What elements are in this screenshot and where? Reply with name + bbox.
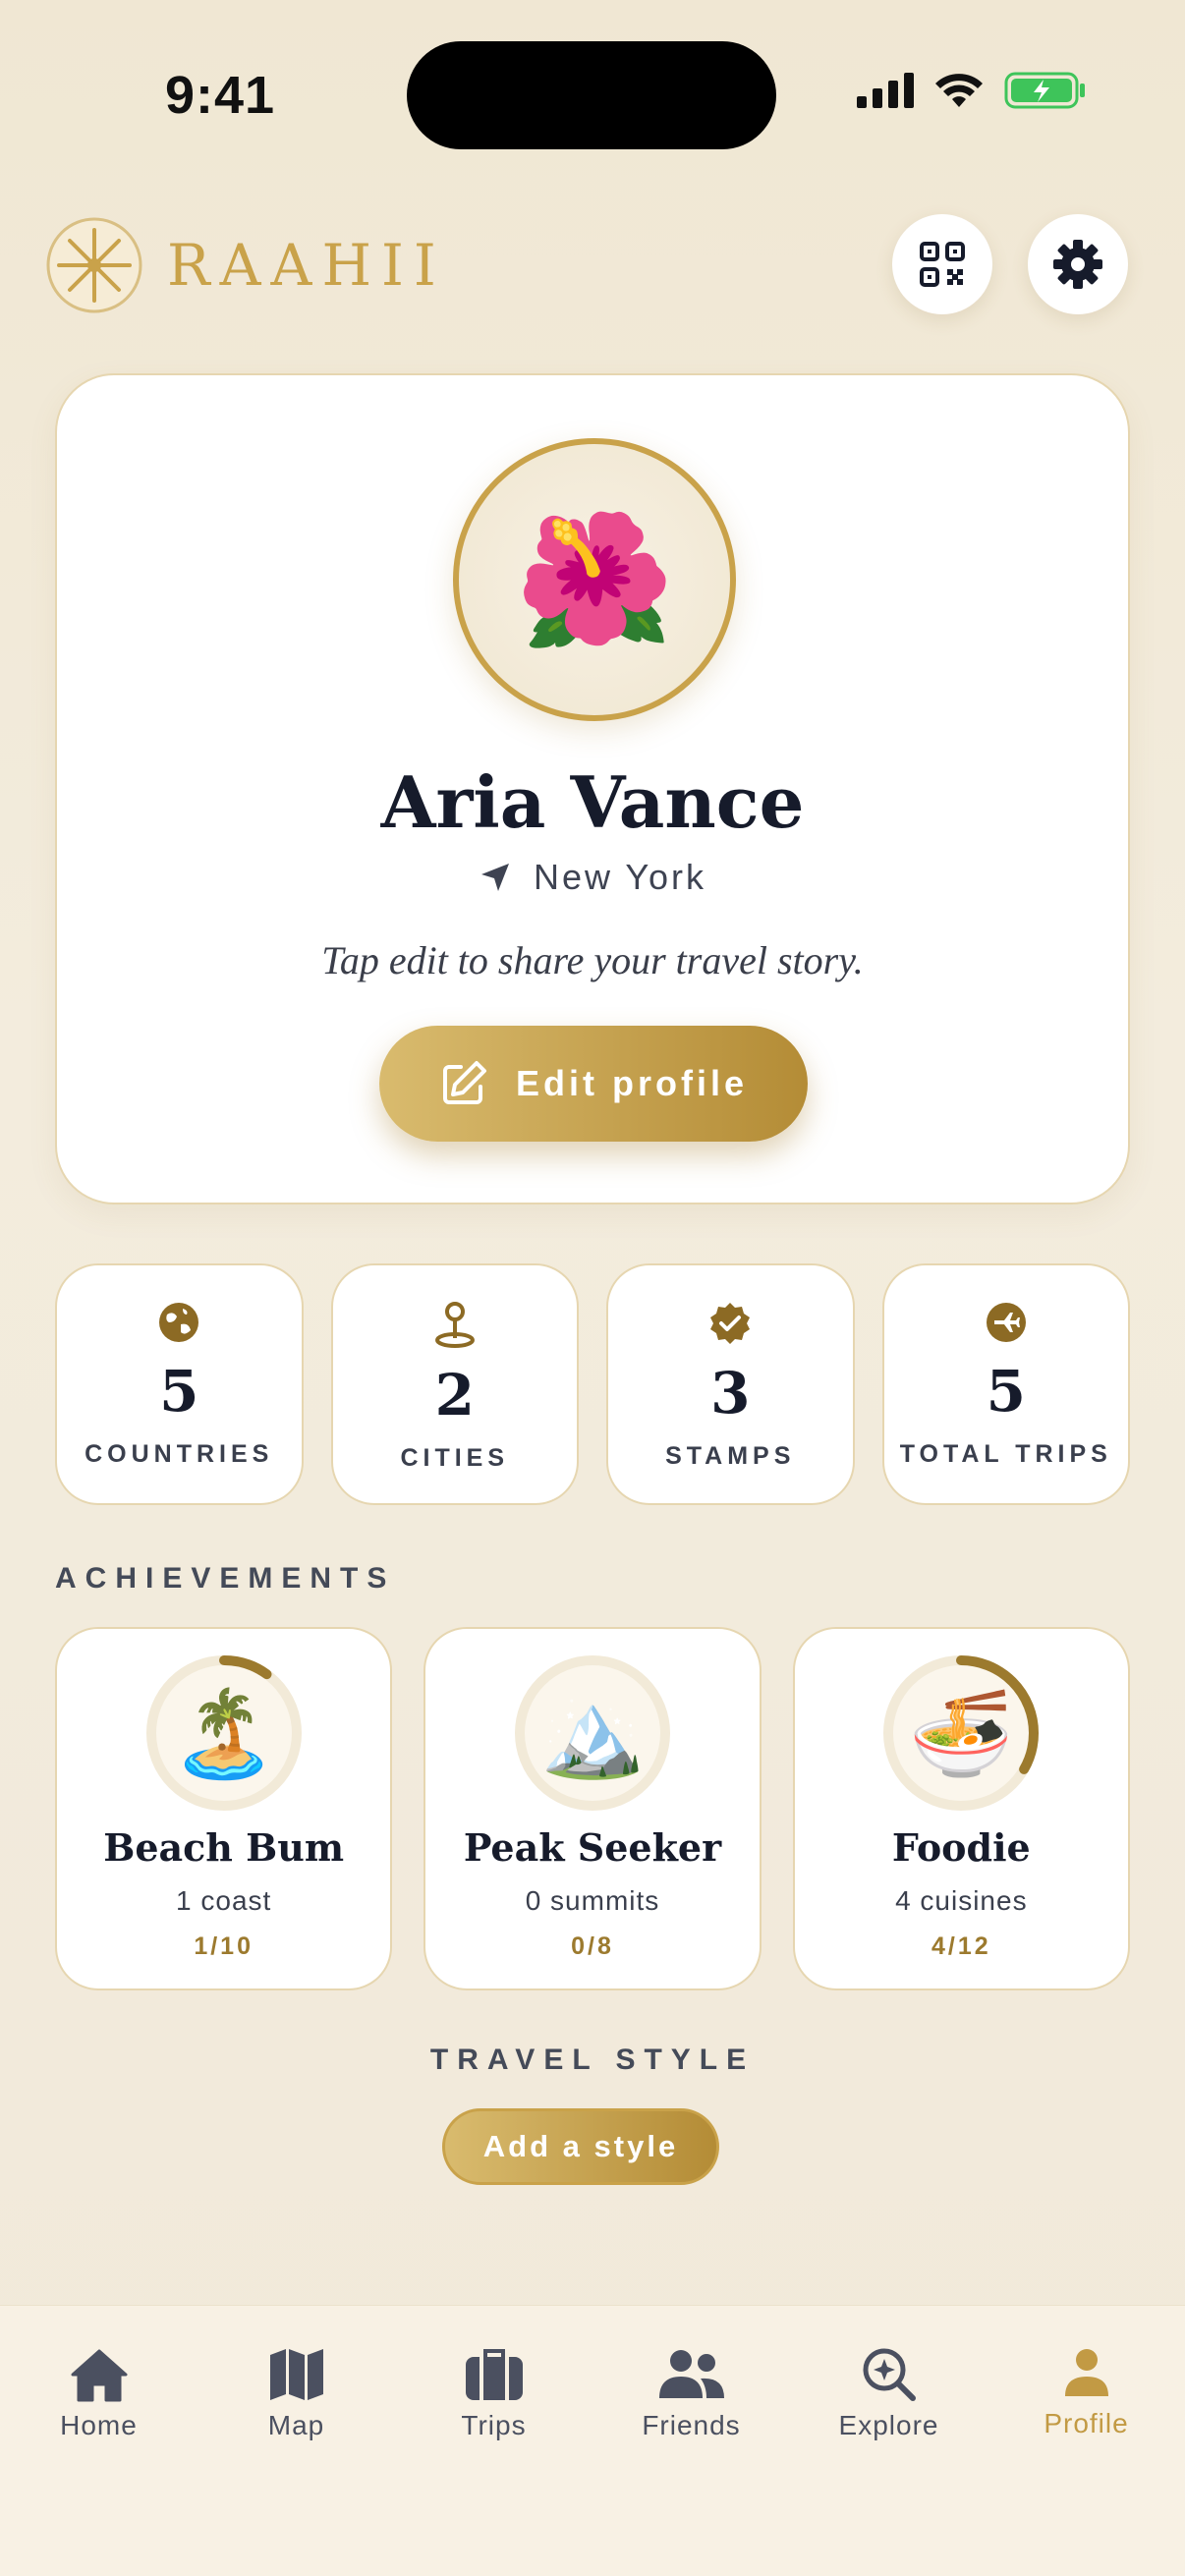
home-icon bbox=[71, 2349, 127, 2402]
person-icon bbox=[1064, 2349, 1108, 2396]
achievements-heading: ACHIEVEMENTS bbox=[55, 1562, 396, 1595]
achievement-subtitle: 1 coast bbox=[176, 1885, 272, 1916]
stat-card-total-trips[interactable]: 5 TOTAL TRIPS bbox=[881, 1263, 1130, 1505]
stat-value: 5 bbox=[159, 1358, 199, 1425]
tab-explore[interactable]: Explore bbox=[790, 2306, 988, 2576]
achievement-title: Beach Bum bbox=[103, 1825, 345, 1870]
edit-profile-button[interactable]: Edit profile bbox=[379, 1026, 808, 1142]
stat-card-cities[interactable]: 2 CITIES bbox=[330, 1263, 579, 1505]
cellular-signal-icon bbox=[857, 73, 914, 108]
mountain-icon: 🏔️ bbox=[539, 1686, 646, 1781]
stat-label: TOTAL TRIPS bbox=[899, 1440, 1112, 1468]
tab-trips[interactable]: Trips bbox=[395, 2306, 592, 2576]
stat-value: 5 bbox=[986, 1358, 1026, 1425]
sun-logo-icon bbox=[46, 217, 142, 313]
achievement-card-beach-bum[interactable]: 🏝️ Beach Bum 1 coast 1/10 bbox=[55, 1627, 393, 1990]
profile-bio: Tap edit to share your travel story. bbox=[321, 938, 864, 982]
explore-icon bbox=[863, 2348, 916, 2401]
stat-label: STAMPS bbox=[665, 1442, 796, 1470]
battery-charging-icon bbox=[1004, 72, 1085, 109]
travel-style-heading: TRAVEL STYLE bbox=[429, 2044, 756, 2076]
palm-island-icon: 🏝️ bbox=[171, 1686, 277, 1781]
tab-bar: Home Map Trips Friends Explore Profile bbox=[0, 2305, 1185, 2576]
map-icon bbox=[269, 2349, 323, 2400]
achievement-progress-ring: 🏔️ bbox=[512, 1652, 673, 1814]
tab-home[interactable]: Home bbox=[0, 2306, 198, 2576]
avatar-emoji: 🌺 bbox=[515, 508, 674, 651]
tab-friends[interactable]: Friends bbox=[592, 2306, 790, 2576]
status-bar: 9:41 bbox=[0, 0, 1185, 187]
achievement-progress-ring: 🏝️ bbox=[143, 1652, 305, 1814]
stats-row: 5 COUNTRIES 2 CITIES 3 STAMPS 5 TOTAL TR… bbox=[55, 1263, 1130, 1505]
avatar[interactable]: 🌺 bbox=[453, 438, 736, 721]
globe-icon bbox=[159, 1303, 199, 1342]
stat-value: 2 bbox=[434, 1362, 475, 1428]
edit-profile-label: Edit profile bbox=[516, 1063, 748, 1103]
stat-card-countries[interactable]: 5 COUNTRIES bbox=[55, 1263, 304, 1505]
settings-button[interactable] bbox=[1028, 214, 1128, 314]
tab-profile[interactable]: Profile bbox=[988, 2306, 1185, 2576]
tab-label: Explore bbox=[838, 2410, 939, 2440]
tab-label: Map bbox=[267, 2410, 325, 2440]
profile-name: Aria Vance bbox=[380, 760, 805, 844]
tab-map[interactable]: Map bbox=[198, 2306, 395, 2576]
tab-label: Profile bbox=[1044, 2408, 1129, 2438]
wifi-icon bbox=[935, 74, 983, 107]
tab-label: Friends bbox=[642, 2410, 741, 2440]
suitcase-icon bbox=[465, 2349, 523, 2400]
location-arrow-icon bbox=[480, 864, 509, 891]
achievement-progress: 1/10 bbox=[194, 1932, 254, 1960]
stat-label: CITIES bbox=[400, 1444, 510, 1472]
achievement-card-peak-seeker[interactable]: 🏔️ Peak Seeker 0 summits 0/8 bbox=[423, 1627, 762, 1990]
gear-icon bbox=[1053, 240, 1102, 289]
achievement-subtitle: 0 summits bbox=[525, 1885, 660, 1916]
location-text: New York bbox=[533, 857, 707, 897]
stat-value: 3 bbox=[710, 1360, 751, 1427]
achievement-progress: 0/8 bbox=[571, 1932, 614, 1960]
status-icons bbox=[857, 71, 1087, 110]
brand-name: RAAHII bbox=[167, 232, 446, 299]
achievement-title: Peak Seeker bbox=[463, 1825, 722, 1870]
profile-card: 🌺 Aria Vance New York Tap edit to share … bbox=[55, 373, 1130, 1204]
qr-code-button[interactable] bbox=[892, 214, 992, 314]
map-pin-icon bbox=[434, 1302, 475, 1348]
profile-location: New York bbox=[57, 857, 1128, 898]
achievement-card-foodie[interactable]: 🍜 Foodie 4 cuisines 4/12 bbox=[792, 1627, 1130, 1990]
achievement-progress: 4/12 bbox=[931, 1932, 991, 1960]
verified-badge-icon bbox=[710, 1303, 751, 1344]
achievement-progress-ring: 🍜 bbox=[880, 1652, 1042, 1814]
achievements-row: 🏝️ Beach Bum 1 coast 1/10 🏔️ Peak Seeker… bbox=[55, 1627, 1130, 1990]
add-style-button[interactable]: Add a style bbox=[442, 2108, 719, 2185]
app-header: RAAHII bbox=[0, 206, 1185, 324]
achievement-subtitle: 4 cuisines bbox=[895, 1885, 1028, 1916]
stat-label: COUNTRIES bbox=[85, 1440, 274, 1468]
tab-label: Home bbox=[60, 2410, 138, 2440]
achievement-title: Foodie bbox=[891, 1825, 1031, 1870]
friends-icon bbox=[658, 2350, 724, 2398]
status-time: 9:41 bbox=[165, 66, 276, 125]
edit-icon bbox=[443, 1061, 486, 1104]
tab-label: Trips bbox=[461, 2410, 527, 2440]
stat-card-stamps[interactable]: 3 STAMPS bbox=[606, 1263, 855, 1505]
airplane-icon bbox=[986, 1303, 1026, 1342]
qr-code-icon bbox=[920, 242, 965, 287]
brand-logo: RAAHII bbox=[45, 216, 446, 314]
dynamic-island bbox=[407, 41, 776, 149]
noodle-bowl-icon: 🍜 bbox=[908, 1686, 1014, 1781]
